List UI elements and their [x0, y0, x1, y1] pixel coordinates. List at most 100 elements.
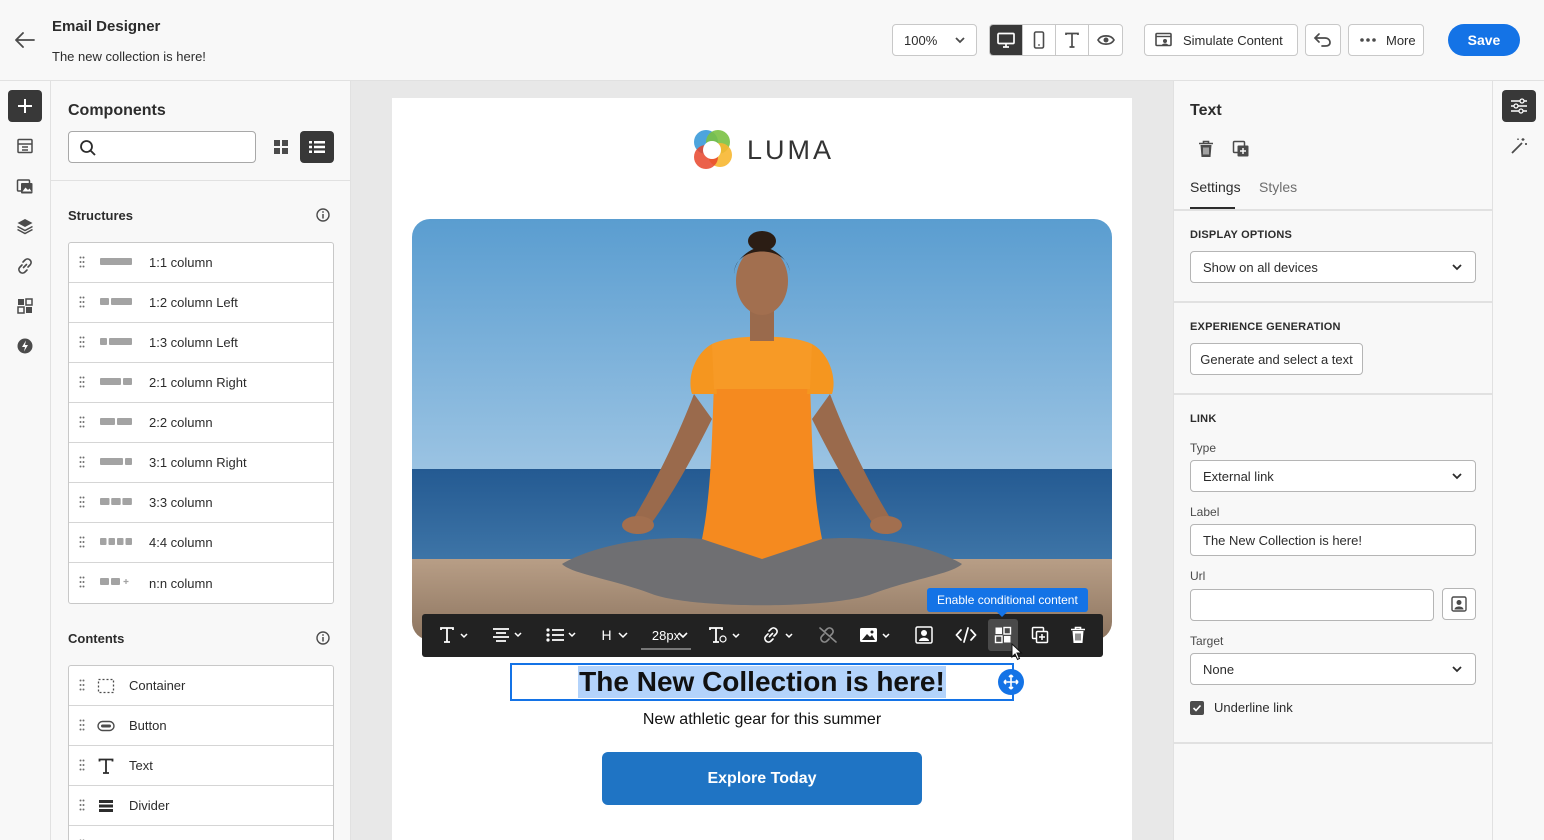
content-item[interactable]: Container — [69, 666, 333, 706]
display-options-select[interactable]: Show on all devices — [1190, 251, 1476, 283]
text-style-button[interactable] — [438, 622, 472, 648]
preview-button[interactable] — [1089, 25, 1122, 55]
structure-item[interactable]: 3:3 column — [69, 483, 333, 523]
content-label: Container — [129, 678, 186, 693]
eye-icon — [1096, 35, 1115, 45]
delete-button[interactable] — [1066, 622, 1090, 648]
text-color-button[interactable] — [708, 622, 744, 648]
delete-component-button[interactable] — [1192, 135, 1220, 163]
tab-settings[interactable]: Settings — [1190, 179, 1241, 195]
contents-title: Contents — [68, 631, 125, 646]
heading-level-button[interactable]: H — [600, 622, 632, 648]
hero-image[interactable] — [412, 219, 1112, 640]
simulate-content-button[interactable]: Simulate Content — [1144, 24, 1298, 56]
list-view-button[interactable] — [300, 131, 334, 163]
text-align-button[interactable] — [490, 622, 526, 648]
more-button[interactable]: More — [1348, 24, 1424, 56]
link-type-select[interactable]: External link — [1190, 460, 1476, 492]
drag-handle-icon — [79, 679, 85, 691]
app-title: Email Designer — [52, 18, 161, 35]
link-label-field[interactable] — [1190, 524, 1476, 556]
column-layout-icon — [100, 497, 134, 507]
info-icon[interactable] — [316, 208, 330, 222]
explore-today-button[interactable]: Explore Today — [602, 752, 922, 805]
structure-item[interactable]: 1:2 column Left — [69, 283, 333, 323]
content-item[interactable]: Divider — [69, 786, 333, 826]
trash-icon — [1071, 626, 1085, 643]
chevron-down-icon — [954, 35, 966, 45]
structure-item[interactable]: 3:1 column Right — [69, 443, 333, 483]
text-view-button[interactable] — [1056, 25, 1089, 55]
layers-icon — [17, 219, 33, 235]
align-center-icon — [493, 628, 522, 642]
insert-link-button[interactable] — [762, 622, 798, 648]
duplicate-button[interactable] — [1028, 622, 1052, 648]
duplicate-component-button[interactable] — [1227, 135, 1255, 163]
generate-text-button[interactable]: Generate and select a text — [1190, 343, 1363, 375]
conditional-content-rail-button[interactable] — [8, 290, 42, 322]
undo-button[interactable] — [1305, 24, 1341, 56]
column-layout-icon — [100, 417, 134, 427]
email-subject: The new collection is here! — [52, 49, 206, 64]
structure-item[interactable]: 1:3 column Left — [69, 323, 333, 363]
link-icon — [18, 258, 32, 274]
link-section-title: LINK — [1190, 413, 1217, 425]
move-handle-icon[interactable] — [998, 669, 1024, 695]
url-personalize-button[interactable] — [1442, 588, 1476, 620]
simulate-content-label: Simulate Content — [1183, 32, 1283, 48]
source-code-button[interactable] — [953, 622, 979, 648]
structure-item[interactable]: 2:1 column Right — [69, 363, 333, 403]
text-formatting-toolbar: H 28px — [422, 614, 1103, 657]
tab-styles[interactable]: Styles — [1259, 179, 1297, 195]
grid-view-button[interactable] — [264, 131, 297, 163]
heading-level-label: H — [601, 627, 612, 643]
structure-item[interactable]: 2:2 column — [69, 403, 333, 443]
insert-image-button[interactable] — [859, 622, 895, 648]
app-header: Email Designer The new collection is her… — [0, 0, 1544, 81]
section-divider — [1174, 209, 1492, 211]
panel-divider — [51, 180, 350, 181]
drag-handle-icon — [79, 496, 85, 508]
target-select[interactable]: None — [1190, 653, 1476, 685]
structure-item[interactable]: 1:1 column — [69, 243, 333, 283]
add-components-button[interactable] — [8, 90, 42, 122]
section-divider — [1174, 301, 1492, 303]
back-arrow-icon[interactable] — [12, 28, 38, 52]
content-label: Button — [129, 718, 167, 733]
brand-wordmark: LUMA — [747, 134, 835, 165]
content-item[interactable]: Button — [69, 706, 333, 746]
actions-button[interactable] — [8, 330, 42, 362]
underline-link-checkbox[interactable] — [1190, 701, 1204, 715]
layers-button[interactable] — [8, 210, 42, 242]
font-size-dropdown[interactable] — [676, 622, 690, 648]
personalization-button[interactable] — [913, 622, 935, 648]
zoom-select[interactable]: 100% — [892, 24, 977, 56]
fragments-button[interactable] — [8, 130, 42, 162]
luma-logo[interactable]: LUMA — [689, 127, 834, 173]
links-button[interactable] — [8, 250, 42, 282]
desktop-view-button[interactable] — [990, 25, 1023, 55]
components-title: Components — [68, 102, 166, 119]
remove-link-button[interactable] — [817, 622, 839, 648]
drag-handle-icon — [79, 456, 85, 468]
properties-rail-button[interactable] — [1502, 90, 1536, 122]
headline[interactable]: The New Collection is here! — [578, 666, 946, 698]
image-icon — [860, 628, 890, 642]
info-icon[interactable] — [316, 631, 330, 645]
structure-item[interactable]: 4:4 column — [69, 523, 333, 563]
components-search-input[interactable] — [103, 136, 251, 158]
subheadline[interactable]: New athletic gear for this summer — [392, 711, 1132, 729]
components-search[interactable] — [68, 131, 256, 163]
drag-handle-icon — [79, 416, 85, 428]
assets-icon — [16, 179, 33, 194]
content-item[interactable]: Text — [69, 746, 333, 786]
save-button[interactable]: Save — [1448, 24, 1520, 56]
assets-button[interactable] — [8, 170, 42, 202]
url-field[interactable] — [1190, 589, 1434, 621]
structure-item[interactable]: n:n column — [69, 563, 333, 603]
list-format-button[interactable] — [544, 622, 580, 648]
magic-wand-button[interactable] — [1502, 130, 1536, 162]
mobile-view-button[interactable] — [1023, 25, 1056, 55]
content-item[interactable] — [69, 826, 333, 840]
headline-text-block[interactable]: The New Collection is here! — [510, 663, 1014, 701]
